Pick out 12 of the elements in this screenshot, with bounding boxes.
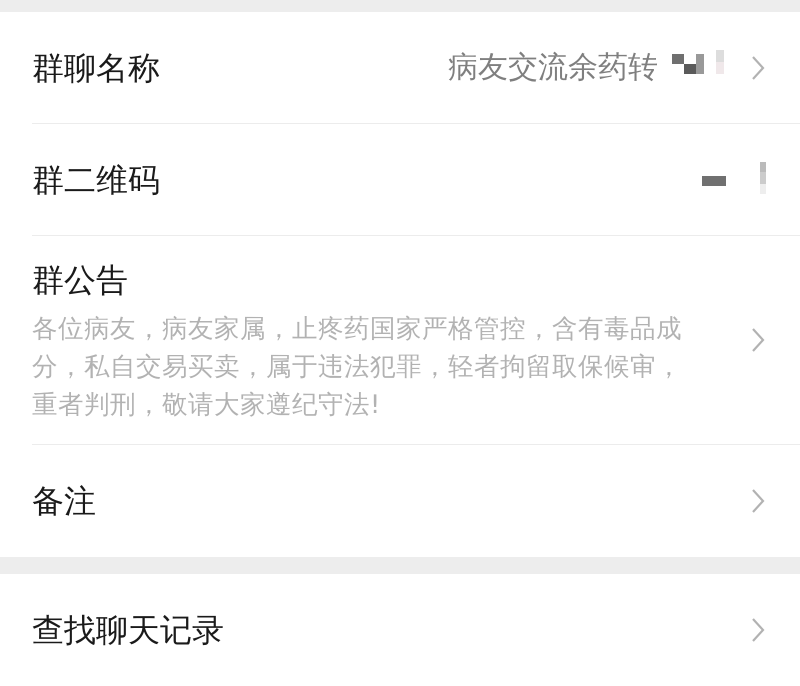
row-label: 查找聊天记录 (32, 610, 224, 651)
row-label: 群二维码 (32, 160, 160, 200)
row-label: 备注 (32, 481, 96, 522)
settings-row[interactable]: 群聊名称 病友交流余药转 (32, 12, 800, 124)
settings-row[interactable]: 备注 (32, 445, 800, 557)
settings-row[interactable]: 查找聊天记录 (32, 574, 800, 686)
row-label: 群公告 (32, 260, 129, 301)
row-label: 群聊名称 (32, 48, 160, 88)
announcement-text: 各位病友，病友家属，止疼药国家严格管控，含有毒品成分，私自交易买卖，属于违法犯罪，轻者拘留取保候审，重者判刑，敬请大家遵纪守法! (32, 313, 683, 422)
settings-row[interactable]: 群公告 各位病友，病友家属，止疼药国家严格管控，含有毒品成分，私自交易买卖，属于违法犯罪，轻者拘留取保候审，重者判刑，敬请大家遵纪守法! (32, 236, 800, 445)
group-name-value: 病友交流余药转 (448, 49, 658, 87)
settings-row[interactable]: 群二维码 (32, 124, 800, 236)
